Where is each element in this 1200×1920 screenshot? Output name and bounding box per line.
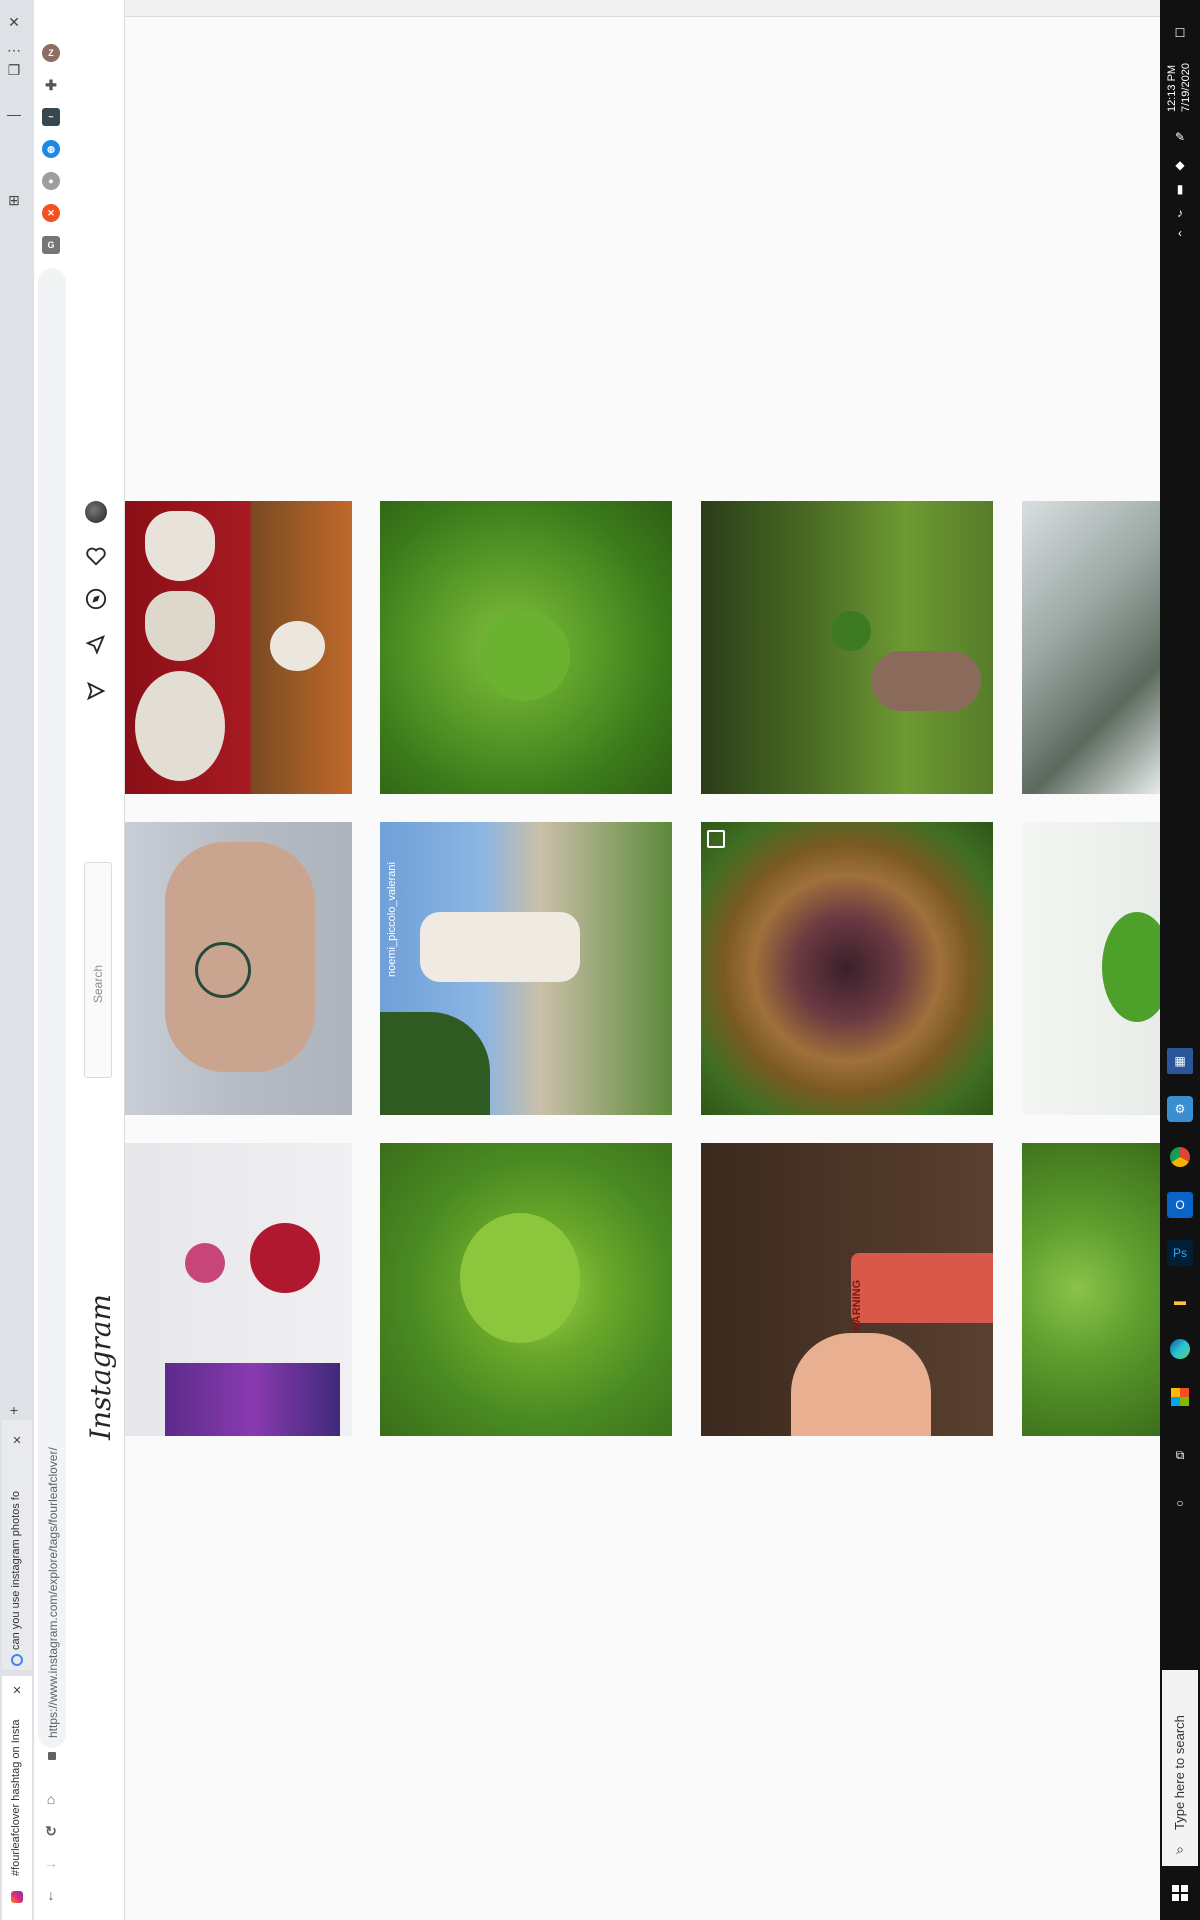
tab-secondary[interactable]: ✕ can you use instagram photos fo	[2, 1420, 32, 1670]
forward-icon[interactable]: →	[42, 1854, 60, 1872]
post-overlay-username: noemi_piccolo_valerani	[386, 862, 398, 977]
home-nav-icon[interactable]	[83, 678, 109, 704]
post-tile[interactable]	[125, 1143, 352, 1436]
back-icon[interactable]: ↓	[42, 1886, 60, 1904]
post-tile[interactable]	[1022, 1143, 1160, 1436]
extension-gray-icon[interactable]: ●	[42, 172, 60, 190]
search-input[interactable]: Search	[84, 862, 112, 1078]
activity-heart-icon[interactable]	[83, 543, 109, 569]
tab-active[interactable]: ✕ #fourleafclover hashtag on Insta	[2, 1676, 32, 1920]
post-tile[interactable]	[701, 501, 993, 794]
taskbar-search-placeholder: Type here to search	[1172, 1715, 1187, 1830]
profile-avatar[interactable]	[83, 499, 109, 525]
logo-anchor	[74, 1440, 120, 1442]
extension-blue-icon[interactable]: ◍	[42, 140, 60, 158]
search-icon: ⌕	[1176, 1840, 1184, 1857]
multi-photo-icon	[707, 830, 725, 848]
task-view-icon[interactable]: ⧉	[1167, 1442, 1193, 1468]
chrome-icon[interactable]	[1167, 1144, 1193, 1170]
home-icon[interactable]: ⌂	[42, 1790, 60, 1808]
tab-title: #fourleafclover hashtag on Insta	[10, 1719, 22, 1876]
extension-orange-icon[interactable]: ✕	[42, 204, 60, 222]
browser-tab-strip: ✕ ⋯ ❐ — ⊞ + ✕ can you use instagram phot…	[0, 0, 34, 1920]
windows-taskbar: ☐ 12:13 PM 7/19/2020 ✎ ◆ ▮ ♪ ‹ ▦ ⚙ O Ps …	[1160, 0, 1200, 1920]
outlook-icon[interactable]: O	[1167, 1192, 1193, 1218]
post-tile[interactable]	[380, 501, 672, 794]
photoshop-icon[interactable]: Ps	[1167, 1240, 1193, 1266]
post-tile[interactable]	[125, 822, 352, 1115]
post-overlay-text: WARNING	[851, 1279, 863, 1333]
post-tile[interactable]: WARNING	[701, 1143, 993, 1436]
google-favicon-icon	[11, 1654, 23, 1666]
store-icon[interactable]	[1167, 1384, 1193, 1410]
post-tile[interactable]	[701, 822, 993, 1115]
post-tile[interactable]: noemi_piccolo_valerani	[380, 822, 672, 1115]
action-center-icon[interactable]: ☐	[1167, 20, 1193, 46]
tab-close-icon[interactable]: ✕	[3, 1676, 31, 1704]
minimize-window-icon[interactable]: —	[0, 100, 28, 128]
show-hidden-icons-icon[interactable]: ‹	[1167, 220, 1193, 246]
app-settings-icon[interactable]: ⚙	[1167, 1096, 1193, 1122]
pen-icon[interactable]: ✎	[1167, 124, 1193, 150]
extension-wave-icon[interactable]: ~	[42, 108, 60, 126]
dropbox-icon[interactable]: ◆	[1167, 152, 1193, 178]
close-window-icon[interactable]: ✕	[0, 8, 28, 36]
browser-toolbar: Z ✚ ~ ◍ ● ✕ G https://www.instagram.com/…	[34, 0, 71, 1920]
direct-message-icon[interactable]	[83, 632, 109, 658]
lock-icon	[48, 1752, 56, 1760]
url-text: https://www.instagram.com/explore/tags/f…	[46, 1447, 60, 1738]
post-tile[interactable]	[125, 501, 352, 794]
tab-title: can you use instagram photos fo	[10, 1491, 22, 1650]
tab-close-icon[interactable]: ✕	[3, 1426, 31, 1454]
battery-icon[interactable]: ▮	[1167, 176, 1193, 202]
cortana-icon[interactable]: ○	[1167, 1490, 1193, 1516]
profile-avatar[interactable]: Z	[42, 44, 60, 62]
app-calculator-icon[interactable]: ▦	[1167, 1048, 1193, 1074]
horizontal-scrollbar[interactable]	[70, 0, 1200, 17]
post-tile[interactable]	[380, 1143, 672, 1436]
post-tile[interactable]	[1022, 822, 1160, 1115]
clock-time[interactable]: 12:13 PM	[1166, 65, 1178, 112]
search-placeholder: Search	[91, 964, 105, 1003]
instagram-logo[interactable]: Instagram	[84, 1294, 117, 1440]
post-tile[interactable]	[1022, 501, 1160, 794]
file-explorer-icon[interactable]: ▬	[1167, 1288, 1193, 1314]
instagram-favicon-icon	[11, 1891, 23, 1903]
explore-compass-icon[interactable]	[83, 586, 109, 612]
address-bar[interactable]: https://www.instagram.com/explore/tags/f…	[38, 268, 66, 1760]
reload-icon[interactable]: ↻	[42, 1822, 60, 1840]
edge-icon[interactable]	[1167, 1336, 1193, 1362]
windows-start-icon[interactable]	[1167, 1880, 1193, 1906]
extension-g-icon[interactable]: G	[42, 236, 60, 254]
extensions-puzzle-icon[interactable]: ✚	[42, 76, 60, 94]
tab-search-icon[interactable]: ⊞	[0, 186, 28, 214]
taskbar-search-box[interactable]: Type here to search ⌕	[1162, 1670, 1198, 1866]
instagram-header: Instagram Search	[70, 0, 125, 1920]
restore-window-icon[interactable]: ❐	[0, 56, 28, 84]
clock-date[interactable]: 7/19/2020	[1180, 63, 1192, 112]
post-grid: noemi_piccolo_valerani WARNING	[125, 16, 1160, 1920]
